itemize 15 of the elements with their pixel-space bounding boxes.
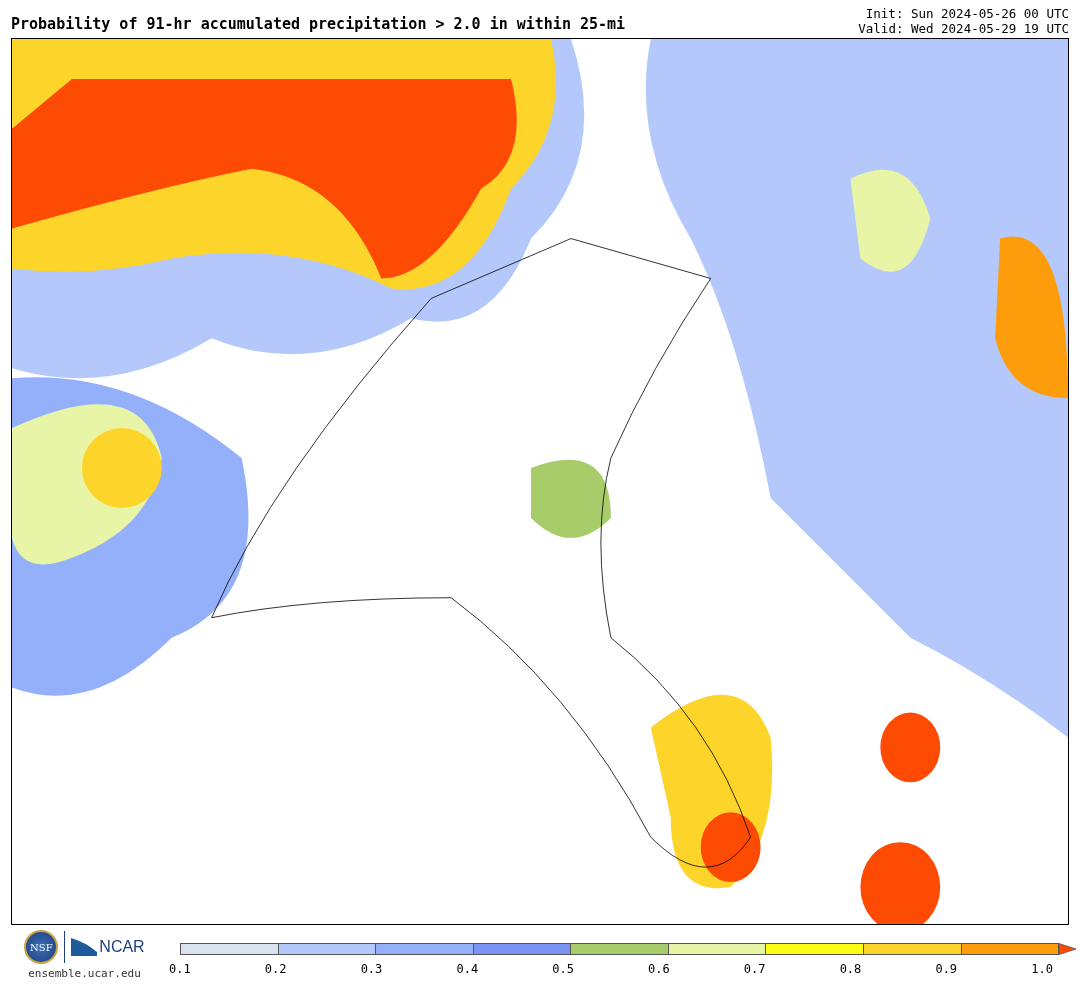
colorbar-tick-label: 0.2 — [263, 962, 288, 976]
colorbar-tick-label: 0.6 — [647, 962, 671, 976]
colorbar-tick-label: 0.9 — [934, 962, 959, 976]
colorbar-tick-label: 0.7 — [742, 962, 767, 976]
site-url: ensemble.ucar.edu — [28, 967, 141, 980]
valid-time: Valid: Wed 2024-05-29 19 UTC — [858, 21, 1069, 36]
ncar-logo: NCAR — [71, 938, 145, 956]
chart-title: Probability of 91-hr accumulated precipitation > 2.0 in within 25-mi — [11, 15, 626, 35]
colorbar-tick-label: 0.4 — [455, 962, 480, 976]
colorbar-tick-label: 0.5 — [551, 962, 575, 976]
colorbar-tick-label: 0.3 — [359, 962, 384, 976]
nsf-logo: NSF — [24, 930, 59, 964]
init-time: Init: Sun 2024-05-26 00 UTC — [865, 6, 1069, 21]
colorbar-tick-label: 1.0 — [1030, 962, 1054, 976]
colorbar-tick-label: 0.8 — [838, 962, 863, 976]
